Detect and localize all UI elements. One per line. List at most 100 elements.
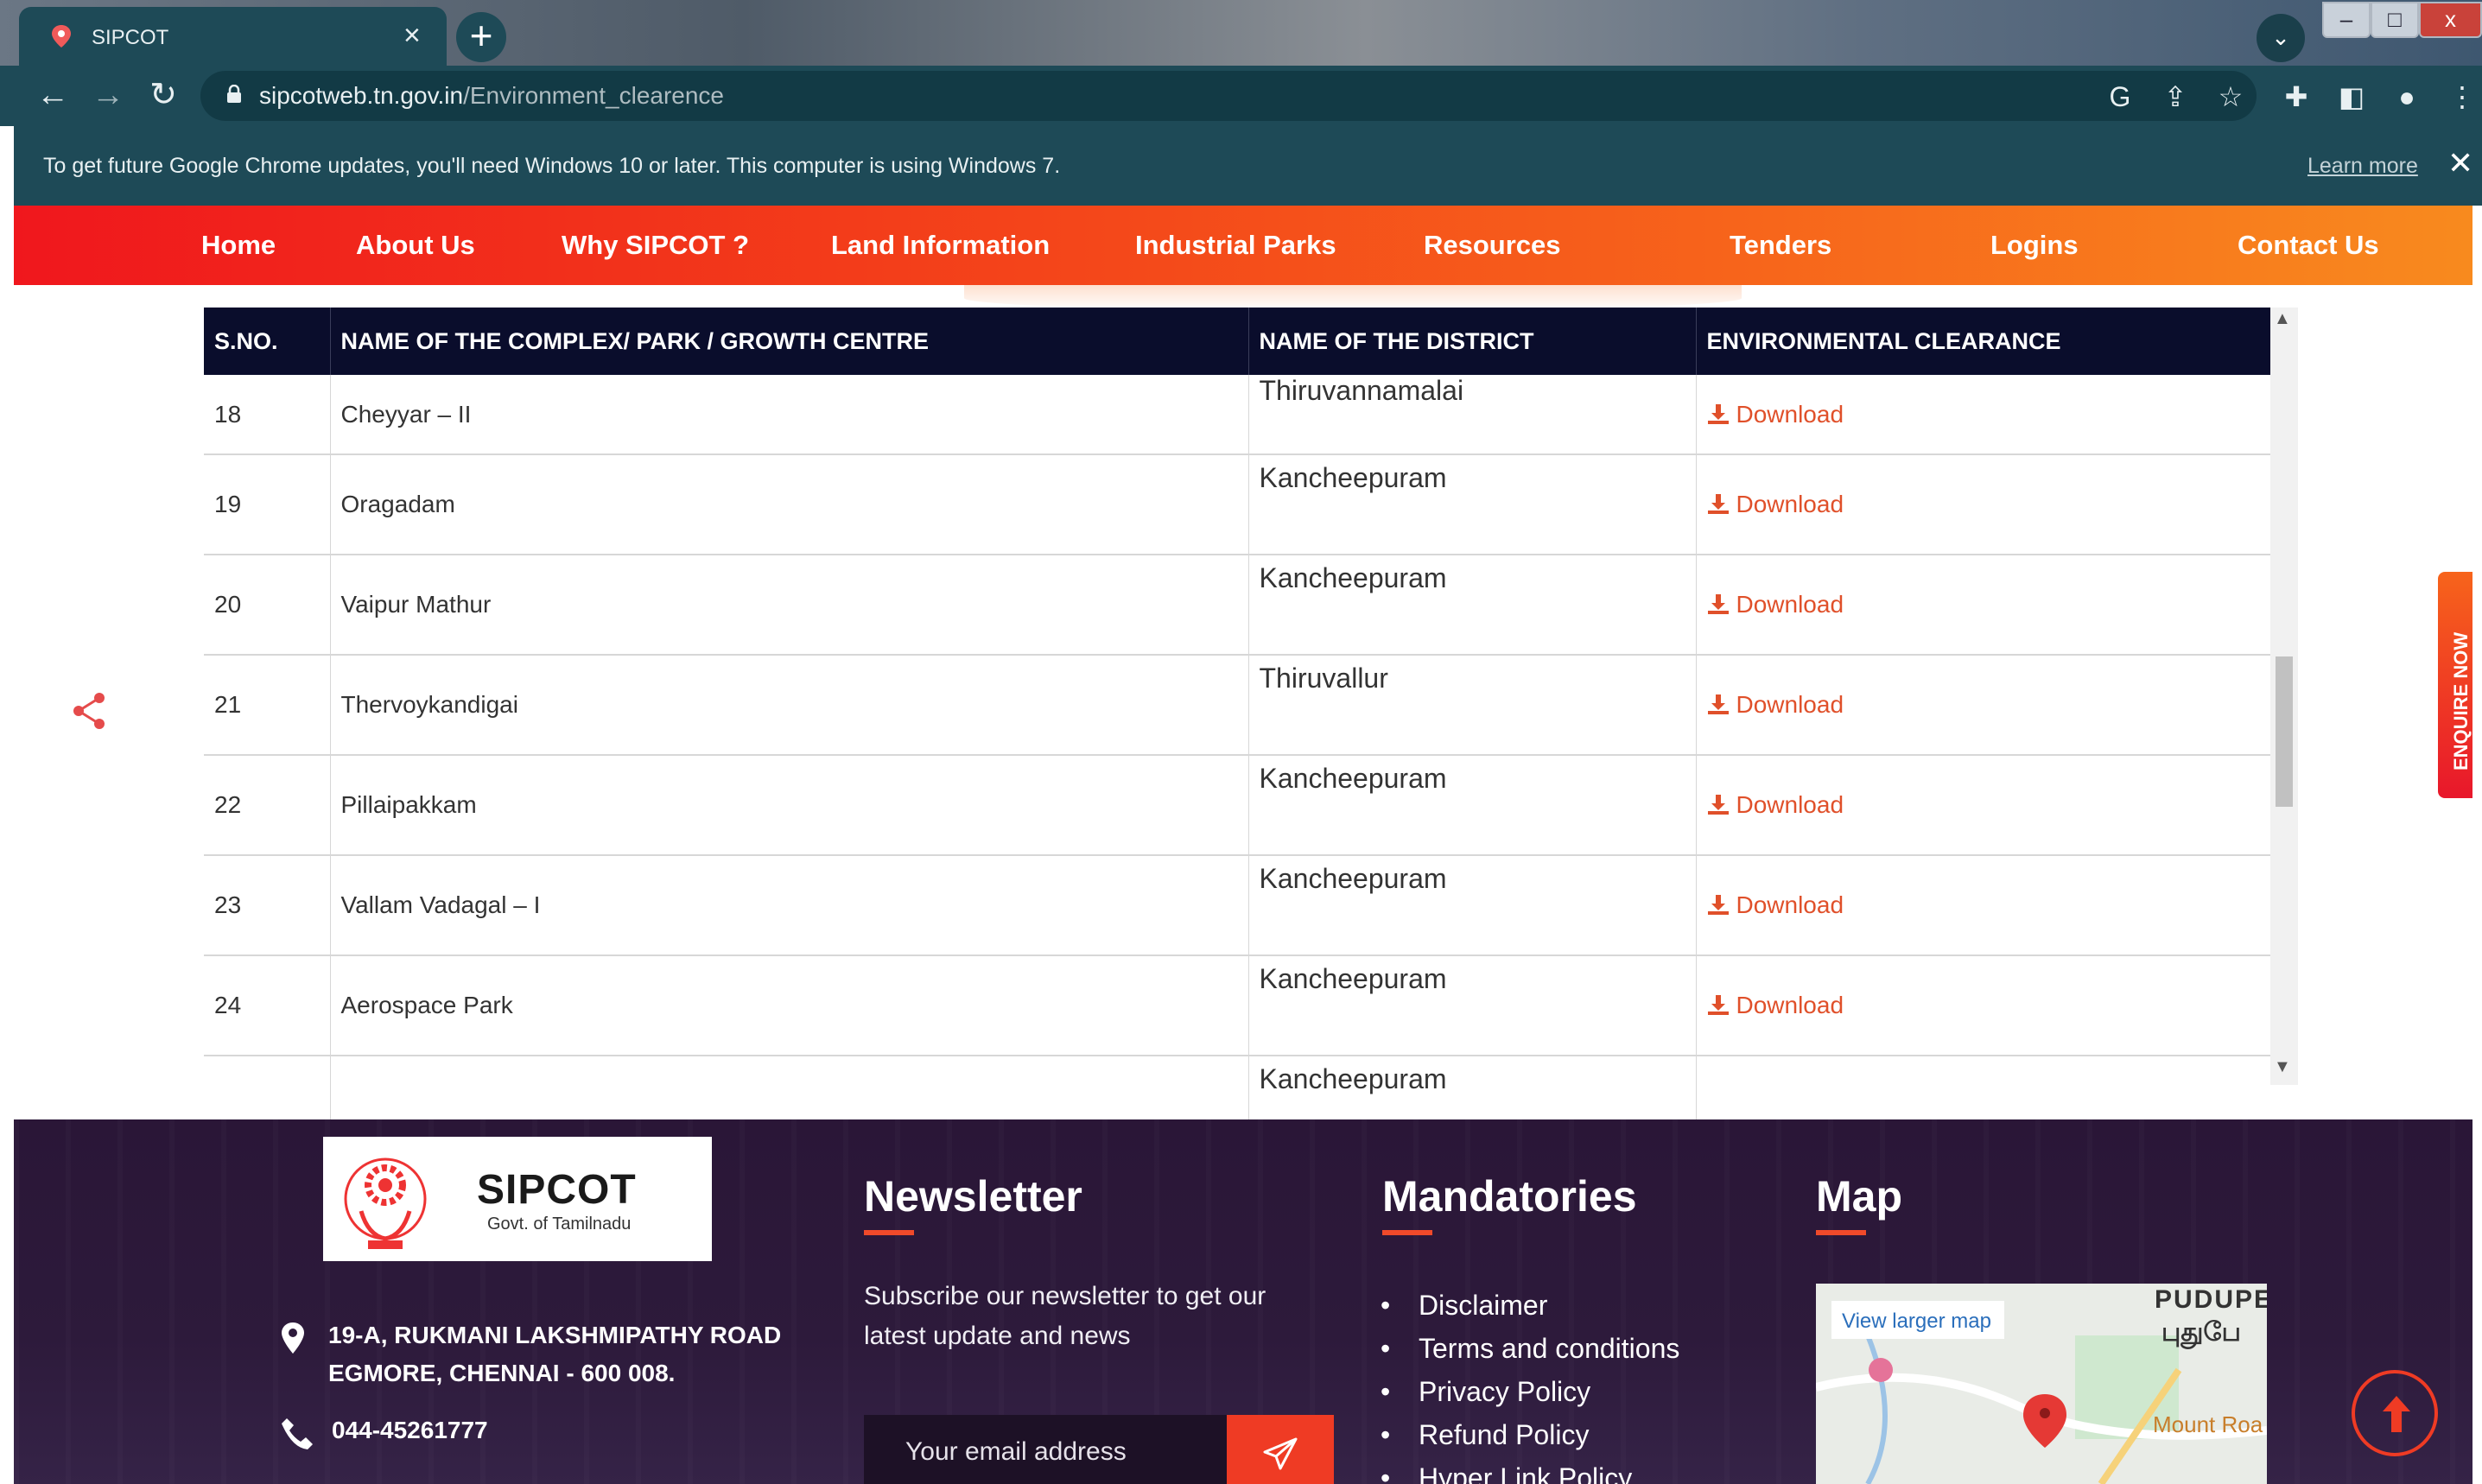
header-district: NAME OF THE DISTRICT [1248, 308, 1697, 375]
cell-sno: 20 [204, 555, 331, 656]
download-link[interactable]: Download [1696, 855, 2270, 956]
cell-district: Kancheepuram [1248, 454, 1697, 555]
cell-name [330, 1056, 1249, 1119]
address-line-2: EGMORE, CHENNAI - 600 008. [328, 1360, 676, 1386]
download-icon [1707, 795, 1729, 815]
nav-logins[interactable]: Logins [1990, 230, 2079, 261]
tab-close-icon[interactable]: × [403, 19, 421, 53]
nav-home[interactable]: Home [201, 230, 276, 261]
cell-name: Pillaipakkam [330, 755, 1249, 856]
profile-avatar-icon[interactable]: ● [2390, 81, 2424, 116]
back-arrow-icon[interactable]: ← [33, 76, 73, 116]
mandatory-link-privacy[interactable]: Privacy Policy [1381, 1370, 1679, 1413]
download-link[interactable]: Download [1696, 454, 2270, 555]
bookmark-star-icon[interactable]: ☆ [2213, 81, 2248, 116]
map-label-pudupe: PUDUPE [2155, 1285, 2267, 1314]
cell-district: Thiruvallur [1248, 655, 1697, 756]
address-line-1: 19-A, RUKMANI LAKSHMIPATHY ROAD [328, 1322, 782, 1348]
scroll-up-arrow-icon[interactable]: ▲ [2274, 309, 2291, 329]
browser-tab[interactable]: SIPCOT × [19, 7, 447, 66]
footer-address: 19-A, RUKMANI LAKSHMIPATHY ROAD EGMORE, … [328, 1316, 781, 1392]
download-link[interactable] [1696, 1056, 2270, 1119]
cell-name: Oragadam [330, 454, 1249, 555]
new-tab-button[interactable]: + [456, 12, 506, 62]
download-icon [1707, 895, 1729, 915]
enquire-now-tab[interactable]: ENQUIRE NOW [2438, 572, 2472, 798]
nav-industrial-parks[interactable]: Industrial Parks [1135, 230, 1336, 261]
menu-kebab-icon[interactable]: ⋮ [2445, 81, 2479, 116]
table-row: Kancheepuram [204, 1056, 2270, 1119]
email-input[interactable]: Your email address [864, 1415, 1227, 1484]
download-icon [1707, 594, 1729, 614]
share-page-icon[interactable]: ⇪ [2158, 81, 2193, 116]
side-panel-icon[interactable]: ◧ [2334, 81, 2369, 116]
minimize-button[interactable]: – [2322, 2, 2371, 38]
nav-contact-us[interactable]: Contact Us [2238, 230, 2379, 261]
chrome-update-infobar: To get future Google Chrome updates, you… [14, 126, 2482, 206]
header-clearance: ENVIRONMENTAL CLEARANCE [1696, 308, 2270, 375]
mandatory-link-terms[interactable]: Terms and conditions [1381, 1327, 1679, 1370]
table-row: 23 Vallam Vadagal – I Kancheepuram Downl… [204, 855, 2270, 956]
google-icon[interactable]: G [2103, 81, 2137, 116]
nav-why-sipcot[interactable]: Why SIPCOT ? [562, 230, 749, 261]
site-navigation: Home About Us Why SIPCOT ? Land Informat… [14, 206, 2472, 285]
download-label: Download [1736, 791, 1844, 818]
maximize-button[interactable]: □ [2371, 2, 2419, 38]
subscribe-button[interactable] [1227, 1415, 1334, 1484]
embedded-map[interactable]: View larger map PUDUPE புதுபே Mount Roa [1816, 1284, 2267, 1484]
table-row: 18 Cheyyar – II Thiruvannamalai Download [204, 375, 2270, 455]
nav-about-us[interactable]: About Us [356, 230, 475, 261]
tab-search-dropdown-icon[interactable]: ⌄ [2257, 14, 2305, 62]
close-window-button[interactable]: x [2419, 2, 2482, 38]
download-icon [1707, 494, 1729, 514]
download-icon [1707, 403, 1729, 424]
download-link[interactable]: Download [1696, 375, 2270, 455]
table-row: 21 Thervoykandigai Thiruvallur Download [204, 655, 2270, 756]
reload-icon[interactable]: ↻ [143, 76, 183, 116]
browser-toolbar: ← → ↻ sipcotweb.tn.gov.in/Environment_cl… [0, 66, 2482, 126]
scrollbar-thumb[interactable] [2276, 656, 2293, 807]
mandatory-link-hyperlink[interactable]: Hyper Link Policy [1381, 1456, 1679, 1484]
scroll-to-top-button[interactable] [2352, 1370, 2438, 1456]
address-bar[interactable]: sipcotweb.tn.gov.in/Environment_clearenc… [200, 71, 2257, 121]
nav-land-information[interactable]: Land Information [831, 230, 1050, 261]
main-content: S.NO. NAME OF THE COMPLEX/ PARK / GROWTH… [14, 285, 2472, 1119]
view-larger-map-link[interactable]: View larger map [1831, 1301, 2004, 1339]
mandatory-link-disclaimer[interactable]: Disclaimer [1381, 1284, 1679, 1327]
download-link[interactable]: Download [1696, 755, 2270, 856]
footer-phone[interactable]: 044-45261777 [332, 1417, 488, 1444]
mandatories-list: Disclaimer Terms and conditions Privacy … [1381, 1284, 1679, 1484]
extensions-puzzle-icon[interactable]: ✚ [2279, 81, 2314, 116]
cell-sno: 22 [204, 755, 331, 856]
forward-arrow-icon[interactable]: → [88, 76, 128, 116]
cell-district: Thiruvannamalai [1248, 375, 1697, 455]
map-underline [1816, 1230, 1866, 1235]
scroll-down-arrow-icon[interactable]: ▼ [2274, 1057, 2291, 1077]
clearance-table-container[interactable]: S.NO. NAME OF THE COMPLEX/ PARK / GROWTH… [204, 308, 2270, 1119]
learn-more-link[interactable]: Learn more [2307, 154, 2418, 179]
share-icon[interactable] [71, 691, 107, 731]
table-row: 20 Vaipur Mathur Kancheepuram Download [204, 555, 2270, 656]
footer-logo[interactable]: SIPCOT Govt. of Tamilnadu [323, 1137, 712, 1261]
download-label: Download [1736, 591, 1844, 618]
cell-sno: 19 [204, 454, 331, 555]
table-scrollbar[interactable]: ▲ ▼ [2270, 308, 2298, 1085]
send-paper-plane-icon [1263, 1437, 1298, 1470]
sipcot-seal-icon [344, 1157, 427, 1249]
download-link[interactable]: Download [1696, 655, 2270, 756]
arrow-up-icon [2383, 1396, 2410, 1432]
logo-subtitle: Govt. of Tamilnadu [487, 1214, 632, 1233]
url-path: /Environment_clearence [463, 82, 725, 109]
cell-name: Vallam Vadagal – I [330, 855, 1249, 956]
site-footer: SIPCOT Govt. of Tamilnadu 19-A, RUKMANI … [14, 1119, 2472, 1484]
window-controls: – □ x [2322, 2, 2482, 38]
cell-sno: 21 [204, 655, 331, 756]
cell-district: Kancheepuram [1248, 1056, 1697, 1119]
infobar-close-icon[interactable]: ✕ [2447, 145, 2473, 181]
download-link[interactable]: Download [1696, 955, 2270, 1056]
location-pin-icon [282, 1322, 304, 1354]
mandatory-link-refund[interactable]: Refund Policy [1381, 1413, 1679, 1456]
nav-resources[interactable]: Resources [1424, 230, 1561, 261]
nav-tenders[interactable]: Tenders [1730, 230, 1831, 261]
download-link[interactable]: Download [1696, 555, 2270, 656]
